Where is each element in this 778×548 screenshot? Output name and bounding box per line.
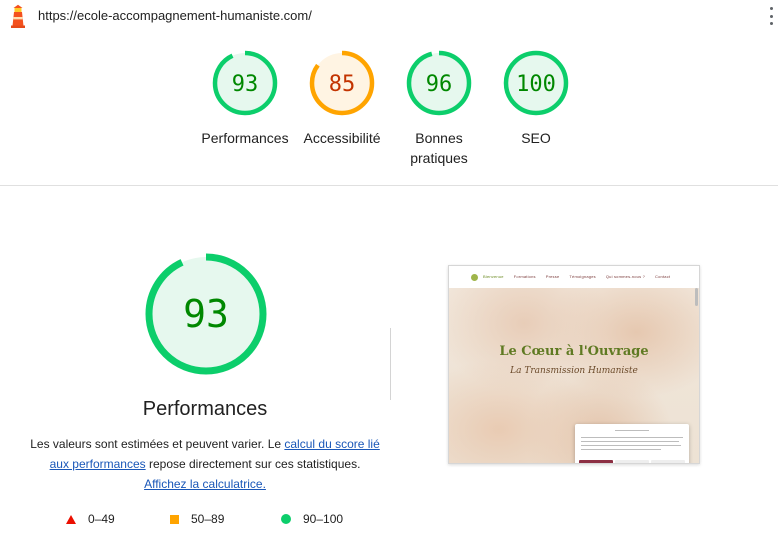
thumbnail-nav: Bienvenue Formations Presse Témoignages Qui … <box>449 266 699 288</box>
cookie-accept-button <box>579 460 613 463</box>
thumbnail-hero: Le Cœur à l'Ouvrage La Transmission Huma… <box>449 288 699 463</box>
gauge-best-practices[interactable]: 96 Bonnes pratiques <box>389 50 489 168</box>
page-url[interactable]: https://ecole-accompagnement-humaniste.c… <box>38 8 312 23</box>
gauge-label: Bonnes pratiques <box>410 130 468 166</box>
cookie-title-line <box>615 430 649 431</box>
performance-description: Les valeurs sont estimées et peuvent var… <box>30 434 380 494</box>
cookie-text-line <box>581 449 661 450</box>
thumbnail-nav-item: Presse <box>545 274 560 279</box>
gauge-accessibility[interactable]: 85 Accessibilité <box>292 50 392 148</box>
thumbnail-nav-item: Contact <box>655 274 671 279</box>
url-bar: https://ecole-accompagnement-humaniste.c… <box>0 0 778 32</box>
gauge-ring-icon: 100 <box>503 50 569 116</box>
thumbnail-nav-item: Témoignages <box>569 274 596 279</box>
divider <box>390 328 391 400</box>
cookie-banner <box>575 424 689 463</box>
gauge-label: Accessibilité <box>303 130 381 146</box>
gauge-score: 85 <box>329 72 356 97</box>
performance-title: Performances <box>142 398 268 420</box>
page-screenshot-thumbnail[interactable]: Bienvenue Formations Presse Témoignages Qui … <box>448 265 700 464</box>
thumbnail-scrollbar <box>695 288 698 306</box>
legend-item-average: 50–89 <box>170 512 224 526</box>
gauge-score: 100 <box>516 72 556 97</box>
description-text: Les valeurs sont estimées et peuvent var… <box>30 437 285 451</box>
legend-item-fail: 0–49 <box>66 512 115 526</box>
description-text: repose directement sur ces statistiques. <box>145 457 361 471</box>
score-legend: 0–49 50–89 90–100 <box>0 512 420 528</box>
site-logo-icon <box>471 274 478 281</box>
thumbnail-nav-item: Formations <box>513 274 536 279</box>
thumbnail-nav-item: Bienvenue <box>483 274 504 279</box>
cookie-text-line <box>581 437 683 438</box>
square-icon <box>170 514 179 524</box>
hero-title: Le Cœur à l'Ouvrage <box>499 344 649 359</box>
gauge-score: 96 <box>426 72 453 97</box>
gauge-performance[interactable]: 93 Performances <box>195 50 295 148</box>
gauge-label: SEO <box>521 130 551 146</box>
gauge-ring-icon: 85 <box>309 50 375 116</box>
calculator-link[interactable]: Affichez la calculatrice. <box>144 477 266 491</box>
legend-range: 0–49 <box>88 512 115 526</box>
gauge-seo[interactable]: 100 SEO <box>486 50 586 148</box>
circle-icon <box>281 514 291 524</box>
gauge-ring-icon: 96 <box>406 50 472 116</box>
gauge-ring-icon: 93 <box>212 50 278 116</box>
cookie-text-line <box>581 441 679 442</box>
triangle-icon <box>66 514 76 524</box>
performance-score: 93 <box>183 292 229 336</box>
lighthouse-logo-icon <box>11 4 25 28</box>
thumbnail-nav-item: Qui sommes-nous ? <box>605 274 646 279</box>
legend-range: 90–100 <box>303 512 344 526</box>
hero-subtitle: La Transmission Humaniste <box>510 366 638 376</box>
gauge-score: 93 <box>232 72 259 97</box>
more-options-icon[interactable] <box>768 7 774 25</box>
legend-range: 50–89 <box>191 512 225 526</box>
summary-gauges: 93 Performances 85 Accessibilité 96 Bonn… <box>0 32 778 186</box>
cookie-deny-button <box>615 460 649 463</box>
legend-item-pass: 90–100 <box>281 512 343 526</box>
cookie-preferences-button <box>651 460 685 463</box>
cookie-text-line <box>581 445 681 446</box>
performance-gauge: 93 <box>145 253 267 375</box>
gauge-label: Performances <box>201 130 289 146</box>
thumbnail-nav-items: Bienvenue Formations Presse Témoignages Qui … <box>483 274 670 279</box>
